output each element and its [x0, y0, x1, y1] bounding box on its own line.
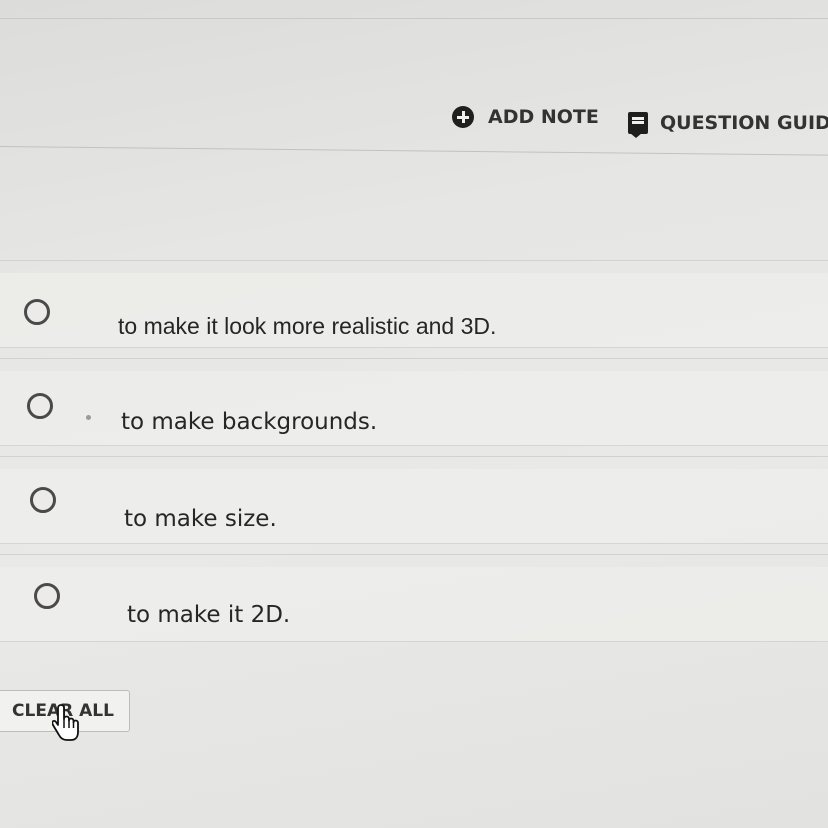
add-note-label: ADD NOTE [488, 106, 599, 128]
add-note-button[interactable]: ADD NOTE [452, 106, 599, 128]
radio-button[interactable] [27, 393, 53, 419]
answer-option[interactable]: to make backgrounds. [0, 358, 828, 456]
focus-dot [86, 415, 91, 420]
answer-options: to make it look more realistic and 3D. t… [0, 260, 828, 652]
option-label: to make it 2D. [127, 602, 291, 628]
question-toolbar: ADD NOTE QUESTION GUIDE [0, 98, 828, 140]
option-row-background [0, 567, 828, 642]
radio-button[interactable] [30, 487, 56, 513]
question-guide-button[interactable]: QUESTION GUIDE [628, 112, 828, 138]
answer-option[interactable]: to make size. [0, 456, 828, 554]
answer-option[interactable]: to make it 2D. [0, 554, 828, 652]
radio-button[interactable] [34, 583, 60, 609]
option-label: to make size. [124, 506, 277, 532]
option-label: to make backgrounds. [121, 409, 378, 435]
hand-pointer-icon [52, 704, 79, 741]
option-label: to make it look more realistic and 3D. [118, 313, 497, 339]
radio-button[interactable] [24, 299, 50, 325]
plus-circle-icon [452, 106, 474, 128]
question-guide-label: QUESTION GUIDE [660, 112, 828, 134]
top-divider [0, 0, 828, 19]
toolbar-divider [0, 146, 828, 156]
answer-option[interactable]: to make it look more realistic and 3D. [0, 260, 828, 358]
note-bubble-icon [628, 112, 648, 138]
